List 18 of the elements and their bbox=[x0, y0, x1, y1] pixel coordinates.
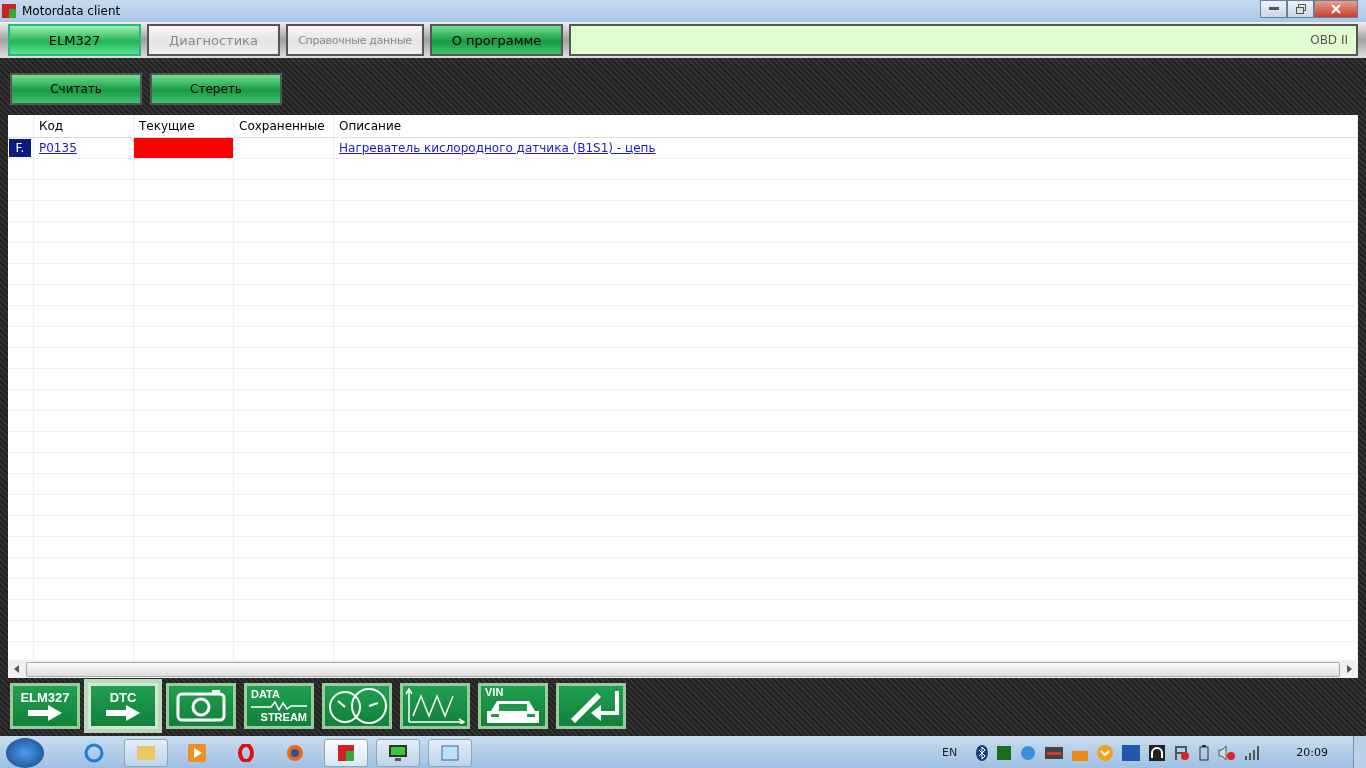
code-link[interactable]: P0135 bbox=[39, 141, 77, 155]
protocol-label: OBD II bbox=[1310, 33, 1348, 47]
tab[interactable]: О программе bbox=[430, 24, 563, 56]
column-header[interactable]: Описание bbox=[334, 115, 1358, 137]
window-title: Motordata client bbox=[22, 4, 122, 18]
action-button[interactable]: Считать bbox=[10, 73, 142, 105]
tool-button[interactable]: VIN bbox=[478, 683, 548, 729]
action-button[interactable]: Стереть bbox=[150, 73, 282, 105]
language-indicator[interactable]: EN bbox=[942, 746, 958, 759]
clock[interactable]: 20:09 bbox=[1296, 746, 1328, 759]
tool-button[interactable]: ELM327 bbox=[10, 683, 80, 729]
column-header[interactable]: Сохраненные bbox=[234, 115, 334, 137]
row-marker: F. bbox=[9, 139, 31, 157]
column-header[interactable]: Код bbox=[34, 115, 134, 137]
tool-button[interactable]: DATA STREAM bbox=[244, 683, 314, 729]
column-header[interactable]: Текущие bbox=[134, 115, 234, 137]
description-link[interactable]: Нагреватель кислородного датчика (B1S1) - цепь bbox=[339, 141, 656, 155]
tab[interactable]: ELM327 bbox=[8, 24, 141, 56]
